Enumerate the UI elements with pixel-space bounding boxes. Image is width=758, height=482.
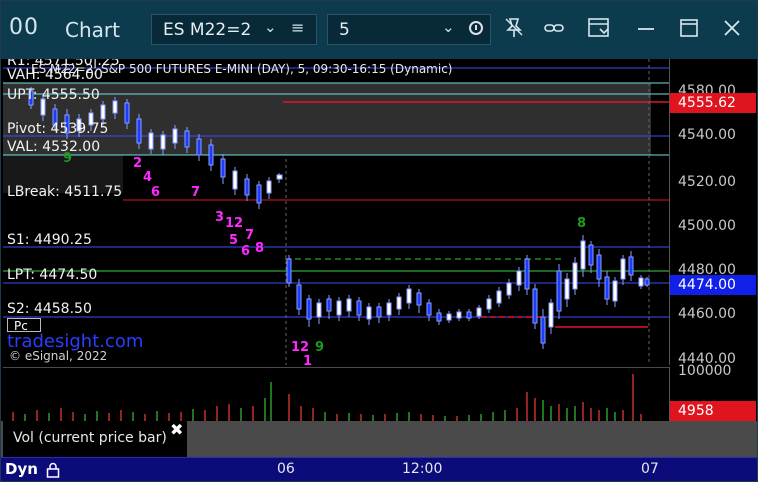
app-logo: 00 bbox=[9, 15, 39, 40]
time-axis-bar[interactable]: Dyn 06 12:00 07 bbox=[1, 457, 757, 481]
maximize-icon[interactable] bbox=[676, 15, 702, 41]
seq-number: 9 bbox=[315, 340, 324, 355]
seq-number: 7 bbox=[191, 185, 200, 200]
last-price-tag: 4474.00 bbox=[670, 275, 756, 295]
axis-label: 4500.00 bbox=[678, 218, 736, 234]
time-tick: 06 bbox=[277, 461, 295, 477]
volume-current-tag: 4958 bbox=[670, 401, 756, 421]
pc-label: Pc bbox=[7, 318, 41, 333]
price-chart[interactable]: 2 4 6 7 3 12 7 5 6 8 12 1 9 8 9 ES M22=2… bbox=[3, 59, 669, 365]
clock-icon[interactable] bbox=[469, 21, 483, 35]
seq-number: 5 bbox=[229, 233, 238, 248]
chevron-down-icon[interactable]: ⌄ bbox=[264, 18, 277, 36]
volume-axis: 100000 4958 bbox=[669, 363, 757, 421]
time-tick: 07 bbox=[641, 461, 659, 477]
symbol-selector[interactable]: ES M22=2 ⌄ ≡ bbox=[151, 14, 317, 45]
page-setup-icon[interactable] bbox=[586, 15, 612, 41]
symbol-value: ES M22=2 bbox=[163, 20, 252, 40]
lbreak-label: LBreak: 4511.75 bbox=[7, 184, 123, 200]
seq-number: 12 bbox=[225, 216, 243, 231]
copyright: © eSignal, 2022 bbox=[9, 349, 108, 363]
seq-number: 4 bbox=[143, 170, 152, 185]
volume-bars bbox=[12, 374, 642, 422]
volume-axis-label: 100000 bbox=[678, 363, 732, 379]
window-title: Chart bbox=[65, 18, 120, 42]
hamburger-icon[interactable]: ≡ bbox=[291, 18, 304, 37]
seq-number: 8 bbox=[577, 216, 586, 231]
close-icon[interactable] bbox=[719, 15, 745, 41]
lock-icon[interactable] bbox=[45, 462, 61, 478]
dynamic-mode-label[interactable]: Dyn bbox=[5, 460, 38, 478]
time-tick: 12:00 bbox=[402, 461, 443, 477]
pivot-label: Pivot: 4539.75 bbox=[7, 121, 109, 137]
volume-panel[interactable] bbox=[3, 367, 669, 422]
chart-window: 00 Chart ES M22=2 ⌄ ≡ 5 ⌄ 2 4 6 7 3 12 7… bbox=[0, 0, 758, 482]
interval-value: 5 bbox=[339, 20, 350, 40]
axis-label: 4460.00 bbox=[678, 306, 736, 322]
val-label: VAL: 4532.00 bbox=[7, 139, 101, 155]
upper-price-tag: 4555.62 bbox=[670, 93, 756, 113]
lpt-label: LPT: 4474.50 bbox=[7, 267, 98, 283]
seq-number: 2 bbox=[133, 156, 142, 171]
study-legend-label: Vol (current price bar) bbox=[13, 430, 167, 446]
study-legend[interactable]: Vol (current price bar) ✖ bbox=[3, 420, 187, 457]
pin-icon[interactable] bbox=[501, 15, 527, 41]
seq-number: 1 bbox=[303, 354, 312, 365]
link-icon[interactable] bbox=[541, 15, 567, 41]
minimize-icon[interactable] bbox=[633, 15, 659, 41]
seq-number: 6 bbox=[241, 244, 250, 259]
seq-number: 12 bbox=[291, 340, 309, 355]
seq-number: 3 bbox=[215, 210, 224, 225]
price-axis[interactable]: 4580.00 4540.00 4520.00 4500.00 4480.00 … bbox=[669, 59, 757, 367]
close-study-icon[interactable]: ✖ bbox=[170, 420, 183, 439]
seq-number: 6 bbox=[151, 185, 160, 200]
axis-label: 4540.00 bbox=[678, 127, 736, 143]
title-bar: 00 Chart ES M22=2 ⌄ ≡ 5 ⌄ bbox=[1, 1, 757, 59]
s2-label: S2: 4458.50 bbox=[7, 301, 92, 317]
upt-label: UPT: 4555.50 bbox=[7, 87, 100, 103]
price-chart-canvas: 2 4 6 7 3 12 7 5 6 8 12 1 9 8 9 bbox=[3, 59, 669, 365]
axis-label: 4520.00 bbox=[678, 174, 736, 190]
interval-selector[interactable]: 5 ⌄ bbox=[327, 14, 491, 45]
seq-number: 8 bbox=[255, 241, 264, 256]
chevron-down-icon[interactable]: ⌄ bbox=[442, 18, 455, 36]
seq-number: 7 bbox=[245, 228, 254, 243]
vah-label: VAH: 4564.00 bbox=[7, 67, 103, 83]
s1-label: S1: 4490.25 bbox=[7, 232, 92, 248]
